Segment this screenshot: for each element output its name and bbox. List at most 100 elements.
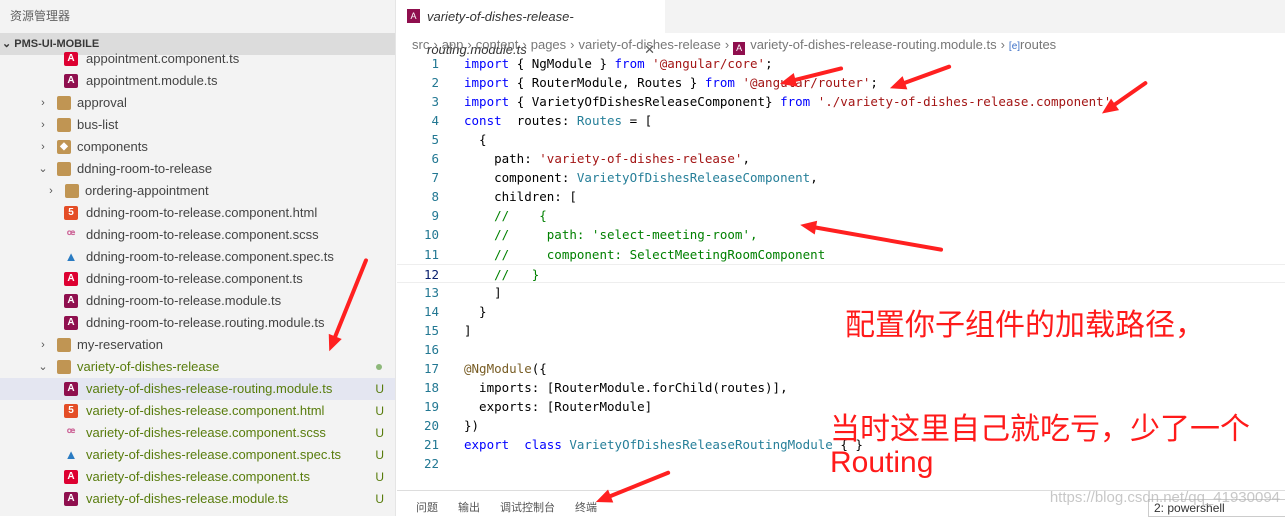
tree-item[interactable]: 5 variety-of-dishes-release.component.htm… [0,400,395,422]
breadcrumb-item[interactable]: routes [1020,37,1056,52]
scss-icon: ꟹ [66,425,76,440]
tree-item[interactable]: Avariety-of-dishes-release.module.ts U [0,488,395,510]
code-token: VarietyOfDishesReleaseRoutingModule [569,437,833,452]
tree-item[interactable]: ▲ variety-of-dishes-release.component.spe… [0,444,395,466]
tree-item[interactable]: Avariety-of-dishes-release.component.ts U [0,466,395,488]
folder-open-icon [57,360,71,374]
variable-symbol-icon: [e] [1008,41,1021,52]
chevron-right-icon[interactable]: › [37,334,49,356]
tree-item[interactable]: Addning-room-to-release.module.ts [0,290,395,312]
code-token: // { [464,208,547,224]
tree-item[interactable]: ꟹ variety-of-dishes-release.component.scs… [0,422,395,444]
tree-item-label: ddning-room-to-release.component.ts [86,271,303,286]
code-text: ] [464,321,472,340]
line-number: 22 [423,456,439,472]
code-token: @NgModule [464,360,532,376]
line-number: 5 [431,132,439,148]
tree-item-label: my-reservation [77,337,163,352]
breadcrumb-item[interactable]: content [476,37,519,52]
code-line: 17 @NgModule({ [397,359,1285,378]
line-number: 15 [423,322,439,338]
line-number: 9 [431,208,439,224]
chevron-right-icon[interactable]: › [37,114,49,136]
breadcrumb: src › app › content › pages › variety-of-dishes-… [412,34,1056,56]
git-status-badge: U [375,382,384,396]
line-number: 8 [431,189,439,205]
folder-icon [57,338,71,352]
code-token: ] [464,284,502,300]
code-token: import [464,56,510,71]
tree-item[interactable]: Addning-room-to-release.component.ts [0,268,395,290]
code-text: @NgModule({ [464,359,547,378]
code-text: // } [464,265,539,284]
tree-item[interactable]: ꟹ ddning-room-to-release.component.scss [0,224,395,246]
code-line: 7 component: VarietyOfDishesReleaseCompo… [397,168,1285,187]
chevron-right-icon[interactable]: › [37,136,49,158]
tree-item[interactable]: › ◆ components [0,136,395,158]
chevron-right-icon: › [467,37,472,52]
code-text: import { NgModule } from '@angular/core'… [464,54,773,73]
chevron-down-icon[interactable]: ⌄ [37,356,49,378]
code-token: // component: SelectMeetingRoomComponent [464,246,826,262]
tree-item-label: variety-of-dishes-release.module.ts [86,491,289,506]
chevron-right-icon[interactable]: › [45,180,57,202]
tab-routing-module[interactable]: A variety-of-dishes-release-routing.modu… [397,0,665,57]
tab-problems[interactable]: 问题 [416,499,438,515]
tree-item[interactable]: Aappointment.module.ts [0,70,395,92]
tree-item[interactable]: › ordering-appointment [0,180,395,202]
code-text: path: 'variety-of-dishes-release', [464,149,750,168]
code-text: }) [464,416,479,435]
code-token: = [ [622,113,653,129]
code-token: VarietyOfDishesReleaseComponent [576,170,811,186]
tab-terminal[interactable]: 终端 [575,499,597,515]
tree-item[interactable]: ⌄ ddning-room-to-release [0,158,395,180]
code-text: export class VarietyOfDishesReleaseRouti… [464,435,863,454]
breadcrumb-item[interactable]: pages [531,37,566,52]
tree-item[interactable]: ⌄ variety-of-dishes-release [0,356,395,378]
code-line: 3 import { VarietyOfDishesReleaseComponen… [397,92,1285,111]
code-text: ] [464,283,502,302]
tree-item-label: approval [77,95,127,110]
line-number: 4 [431,113,439,129]
angular-module-icon: A [64,382,78,396]
line-number: 12 [423,266,439,282]
html-icon: 5 [64,206,78,220]
breadcrumb-item[interactable]: variety-of-dishes-release [579,37,721,52]
html-icon: 5 [64,404,78,418]
tree-item[interactable]: › bus-list [0,114,395,136]
line-number: 16 [423,341,439,357]
tree-item[interactable]: Avariety-of-dishes-release-routing.modul… [0,378,395,400]
chevron-right-icon[interactable]: › [37,92,49,114]
code-line: 5 { [397,130,1285,149]
code-text: // component: SelectMeetingRoomComponent [464,245,825,264]
code-line: 8 children: [ [397,187,1285,206]
code-line: 11 // component: SelectMeetingRoomCompon… [397,245,1285,264]
code-token: ({ [531,360,547,376]
modified-dot-icon [376,364,382,370]
code-text: children: [ [464,187,577,206]
chevron-right-icon: › [433,37,438,52]
code-line: 10 // path: 'select-meeting-room', [397,225,1285,244]
tree-item-label: ddning-room-to-release.routing.module.ts [86,315,325,330]
line-number: 7 [431,170,439,186]
tree-item[interactable]: 5 ddning-room-to-release.component.html [0,202,395,224]
chevron-down-icon[interactable]: ⌄ [37,158,49,180]
breadcrumb-item[interactable]: app [442,37,464,52]
explorer-sidebar: 资源管理器 ⌄ PMS-UI-MOBILE Aappointment.compo… [0,0,396,516]
line-number: 1 [431,56,439,71]
code-line: 2 import { RouterModule, Routes } from '@… [397,73,1285,92]
tab-output[interactable]: 输出 [458,499,480,515]
tree-item-label: ddning-room-to-release.module.ts [86,293,282,308]
tab-debug-console[interactable]: 调试控制台 [500,499,555,515]
tree-item-label: variety-of-dishes-release.component.spec… [86,447,342,462]
code-token: ; [870,75,878,91]
tree-item-label: ddning-room-to-release.component.spec.ts [86,249,334,264]
tree-item[interactable]: Aappointment.component.ts [0,48,395,70]
breadcrumb-item[interactable]: src [412,37,429,52]
tree-item[interactable]: ▲ ddning-room-to-release.component.spec.t… [0,246,395,268]
tree-item-label: ordering-appointment [85,183,209,198]
tree-item[interactable]: › approval [0,92,395,114]
tree-item-label: ddning-room-to-release.component.scss [86,227,319,242]
code-line: 13 ] [397,283,1285,302]
breadcrumb-item[interactable]: variety-of-dishes-release-routing.module… [750,37,996,52]
